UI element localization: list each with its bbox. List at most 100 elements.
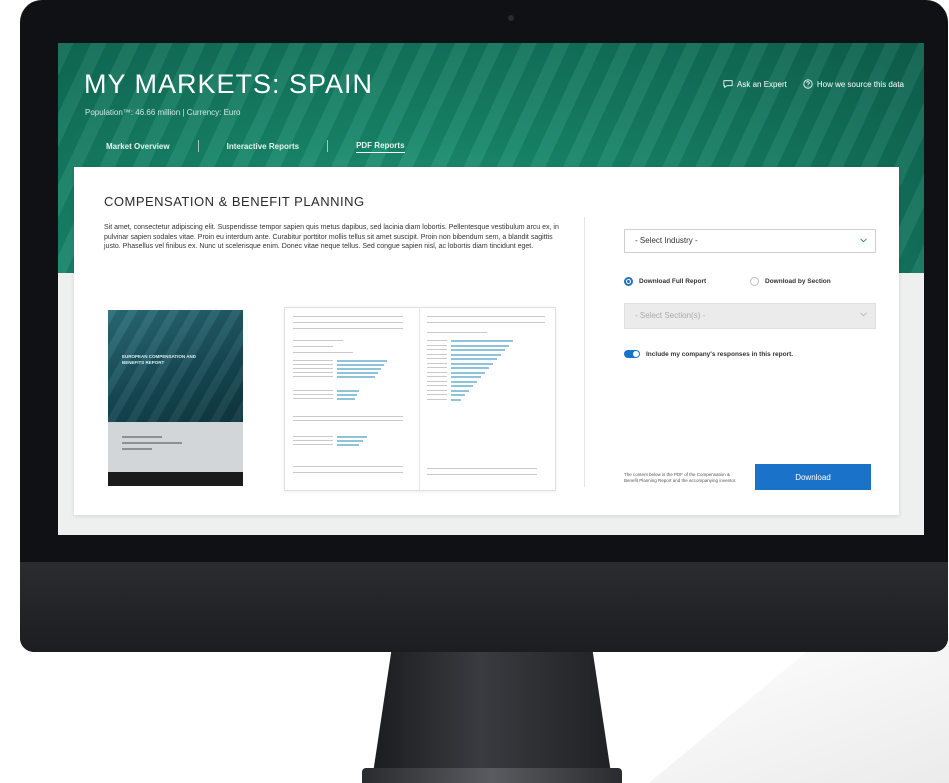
vertical-divider — [584, 217, 585, 487]
monitor-chin — [20, 562, 948, 652]
include-responses-toggle[interactable] — [624, 350, 640, 358]
report-text-line — [427, 367, 447, 368]
report-text-line — [427, 474, 537, 475]
report-text-line — [293, 372, 333, 373]
camera — [508, 15, 514, 21]
report-bar — [451, 376, 481, 378]
report-text-line — [427, 371, 447, 373]
ask-expert-label: Ask an Expert — [737, 79, 787, 89]
report-bar — [337, 372, 378, 374]
report-bar — [337, 364, 384, 366]
report-text-line — [293, 416, 403, 417]
tab-divider — [327, 140, 329, 152]
tab-interactive-reports[interactable]: Interactive Reports — [227, 140, 299, 153]
report-text-line — [293, 466, 403, 467]
report-text-line — [293, 352, 353, 353]
nav-tabs: Market Overview Interactive Reports PDF … — [106, 139, 405, 153]
report-bar — [451, 358, 497, 360]
report-bar — [337, 376, 375, 378]
report-bar — [337, 444, 359, 446]
report-text-line — [427, 376, 447, 377]
report-text-line — [427, 322, 545, 323]
help-circle-icon — [803, 79, 813, 89]
report-bar — [337, 440, 363, 442]
monitor-stand — [372, 652, 612, 780]
radio-full-report-control[interactable] — [624, 277, 633, 286]
data-source-label: How we source this data — [816, 79, 904, 89]
report-text-line — [427, 398, 447, 400]
report-bar — [451, 340, 513, 342]
report-text-line — [293, 420, 403, 421]
cover-line — [122, 448, 152, 450]
report-text-line — [427, 332, 487, 333]
report-text-line — [293, 394, 333, 395]
data-source-link[interactable]: How we source this data — [803, 79, 904, 89]
report-text-line — [293, 444, 333, 445]
report-text-line — [293, 398, 333, 399]
download-button[interactable]: Download — [755, 464, 871, 490]
include-responses-row: Include my company's responses in this r… — [624, 350, 793, 358]
report-bar — [337, 368, 381, 370]
report-text-line — [427, 349, 447, 350]
cover-info-band — [108, 422, 243, 472]
report-text-line — [427, 380, 447, 382]
report-bar — [451, 385, 473, 387]
report-text-line — [293, 316, 403, 317]
report-text-line — [293, 328, 403, 329]
report-text-line — [293, 368, 333, 369]
report-text-line — [293, 322, 403, 323]
page-title: MY MARKETS: SPAIN — [84, 69, 374, 99]
report-bar — [451, 389, 469, 392]
report-text-line — [293, 376, 333, 377]
cover-title: EUROPEAN COMPENSATION AND BENEFITS REPOR… — [122, 354, 197, 365]
cover-line — [122, 436, 162, 438]
report-bar — [337, 436, 367, 438]
report-bar — [451, 398, 461, 401]
report-bar — [451, 371, 485, 374]
card-description: Sit amet, consectetur adipiscing elit. S… — [104, 224, 559, 250]
industry-select-value: - Select Industry - — [635, 236, 698, 245]
radio-by-section-control[interactable] — [750, 277, 759, 286]
report-text-line — [427, 385, 447, 386]
report-text-line — [293, 340, 343, 341]
report-text-line — [427, 358, 447, 359]
report-bar — [451, 349, 505, 351]
report-cover-thumbnail: EUROPEAN COMPENSATION AND BENEFITS REPOR… — [108, 310, 243, 486]
card-title: COMPENSATION & BENEFIT PLANNING — [104, 194, 365, 209]
cover-line — [122, 442, 182, 444]
report-bar — [451, 380, 477, 383]
report-text-line — [427, 362, 447, 364]
report-bar — [451, 367, 489, 369]
report-bar — [337, 398, 355, 400]
report-text-line — [427, 394, 447, 395]
radio-by-section[interactable]: Download by Section — [750, 277, 831, 286]
include-responses-label: Include my company's responses in this r… — [646, 350, 794, 358]
chevron-down-icon — [860, 312, 867, 317]
report-text-line — [427, 344, 447, 346]
tab-pdf-reports[interactable]: PDF Reports — [356, 139, 405, 153]
radio-full-report[interactable]: Download Full Report — [624, 277, 706, 286]
industry-select[interactable]: - Select Industry - — [624, 229, 876, 253]
tab-divider — [197, 140, 199, 152]
page-subtitle: Population™: 46.66 million | Currency: E… — [85, 108, 241, 117]
report-text-line — [427, 468, 537, 469]
radio-by-section-label: Download by Section — [765, 278, 831, 285]
report-text-line — [293, 472, 403, 473]
tab-market-overview[interactable]: Market Overview — [106, 140, 170, 153]
cover-artwork: EUROPEAN COMPENSATION AND BENEFITS REPOR… — [108, 310, 243, 422]
monitor-stand-base — [362, 768, 622, 783]
section-select-value: - Select Section(s) - — [635, 311, 706, 320]
report-card: COMPENSATION & BENEFIT PLANNING Sit amet… — [74, 167, 899, 515]
report-bar — [337, 394, 357, 396]
report-text-line — [293, 390, 333, 391]
radio-full-report-label: Download Full Report — [639, 278, 707, 285]
report-text-line — [427, 353, 447, 355]
report-text-line — [293, 360, 333, 361]
report-bar — [451, 394, 465, 396]
header-links: Ask an Expert How we source this data — [723, 79, 904, 89]
report-bar — [337, 360, 387, 362]
ask-expert-link[interactable]: Ask an Expert — [723, 79, 787, 89]
section-select[interactable]: - Select Section(s) - — [624, 303, 876, 329]
report-bar — [337, 390, 359, 392]
report-text-line — [293, 364, 333, 365]
